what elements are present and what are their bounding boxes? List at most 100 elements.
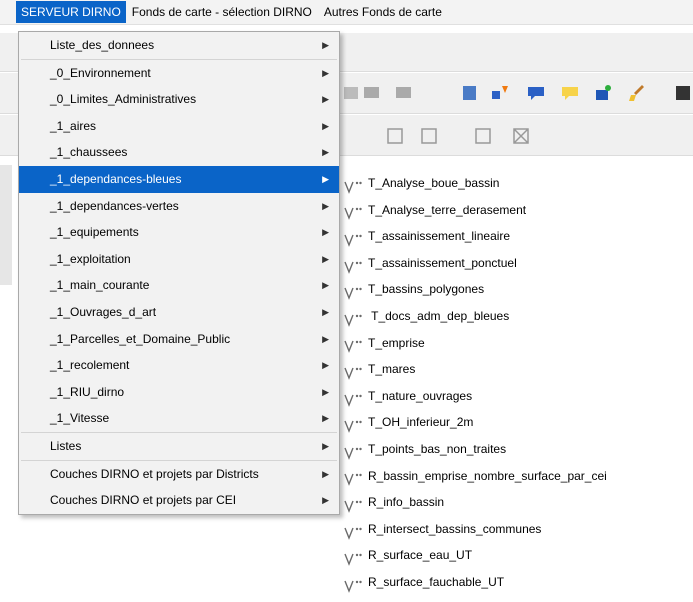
vector-layer-icon — [344, 336, 364, 354]
vector-layer-icon — [344, 390, 364, 407]
vector-layer-icon — [344, 416, 364, 434]
abc-label-icon[interactable] — [362, 83, 382, 103]
vector-layer-icon — [344, 257, 364, 274]
submenu-layer-item[interactable]: R_bassin_emprise_nombre_surface_par_cei — [338, 463, 693, 490]
vector-layer-icon — [344, 576, 364, 593]
menu-item-dependances-bleues[interactable]: _1_dependances-bleues ▶ — [19, 165, 339, 193]
chevron-right-icon: ▶ — [322, 306, 329, 317]
menu-bar: SERVEUR DIRNO Fonds de carte - sélection… — [0, 0, 693, 25]
draw-tool-icon[interactable] — [386, 127, 406, 147]
vector-layer-icon — [344, 443, 364, 460]
chevron-right-icon: ▶ — [322, 280, 329, 291]
submenu-layer-label: R_surface_eau_UT — [368, 548, 473, 563]
submenu-layer-item[interactable]: T_emprise — [338, 330, 693, 357]
menu-item-dependances-vertes[interactable]: _1_dependances-vertes ▶ — [19, 193, 339, 220]
submenu-layer-item[interactable]: T_assainissement_lineaire — [338, 223, 693, 250]
submenu-layer-item[interactable]: T_docs_adm_dep_bleues — [338, 303, 693, 330]
vector-layer-icon — [344, 203, 364, 221]
abc-label-2-icon[interactable] — [394, 83, 414, 103]
edit-icon[interactable] — [342, 83, 362, 103]
submenu-layer-item[interactable]: T_points_bas_non_traites — [338, 436, 693, 463]
chevron-right-icon: ▶ — [322, 173, 329, 184]
menu-item-environnement[interactable]: _0_Environnement ▶ — [19, 60, 339, 87]
submenu-layer-item[interactable]: T_mares — [338, 356, 693, 383]
download-icon[interactable] — [490, 83, 510, 103]
dependances-bleues-submenu: T_Analyse_boue_bassin T_Analyse_terre_der… — [338, 170, 693, 596]
split-tool-icon[interactable] — [512, 127, 532, 147]
submenu-layer-item[interactable]: T_nature_ouvrages — [338, 383, 693, 410]
menu-item-couches-par-cei[interactable]: Couches DIRNO et projets par CEI ▶ — [19, 487, 339, 514]
submenu-layer-item[interactable]: T_OH_inferieur_2m — [338, 409, 693, 436]
annotation-icon[interactable] — [560, 83, 580, 103]
chevron-right-icon: ▶ — [322, 94, 329, 105]
submenu-layer-label: T_nature_ouvrages — [368, 388, 473, 403]
menu-item-parcelles-domaine-public[interactable]: _1_Parcelles_et_Domaine_Public ▶ — [19, 326, 339, 353]
chevron-right-icon: ▶ — [322, 360, 329, 371]
submenu-layer-item[interactable]: R_surface_fauchable_UT — [338, 569, 693, 596]
menu-item-chaussees[interactable]: _1_chaussees ▶ — [19, 139, 339, 166]
menu-item-ouvrages-d-art[interactable]: _1_Ouvrages_d_art ▶ — [19, 299, 339, 326]
vector-layer-icon — [344, 549, 364, 567]
vector-layer-icon — [344, 230, 364, 247]
menu-item-limites-administratives[interactable]: _0_Limites_Administratives ▶ — [19, 86, 339, 113]
submenu-layer-item[interactable]: R_info_bassin — [338, 489, 693, 516]
identify-icon[interactable] — [460, 83, 480, 103]
chevron-right-icon: ▶ — [322, 468, 329, 479]
vector-layer-icon — [344, 310, 364, 327]
submenu-layer-item[interactable]: T_bassins_polygones — [338, 276, 693, 303]
menu-item-vitesse[interactable]: _1_Vitesse ▶ — [19, 405, 339, 432]
rs-icon[interactable] — [674, 83, 693, 103]
vector-layer-icon — [344, 283, 364, 301]
submenu-layer-item[interactable]: T_assainissement_ponctuel — [338, 250, 693, 277]
vector-layer-icon — [344, 496, 364, 513]
menu-item-equipements[interactable]: _1_equipements ▶ — [19, 219, 339, 246]
submenu-layer-label: T_Analyse_terre_derasement — [368, 202, 527, 217]
submenu-layer-label: T_OH_inferieur_2m — [368, 415, 474, 430]
submenu-layer-item[interactable]: T_Analyse_terre_derasement — [338, 197, 693, 224]
submenu-layer-item[interactable]: R_intersect_bassins_communes — [338, 516, 693, 543]
menu-item-exploitation[interactable]: _1_exploitation ▶ — [19, 246, 339, 273]
chevron-right-icon: ▶ — [322, 67, 329, 78]
vector-layer-icon — [344, 177, 364, 194]
vector-layer-icon — [344, 363, 364, 380]
merge-tool-icon[interactable] — [474, 127, 494, 147]
submenu-layer-item[interactable]: T_Analyse_boue_bassin — [338, 170, 693, 197]
chevron-right-icon: ▶ — [322, 40, 329, 50]
submenu-layer-label: R_bassin_emprise_nombre_surface_par_cei — [368, 468, 607, 483]
vector-layer-icon — [344, 523, 364, 540]
broom-icon[interactable] — [628, 83, 648, 103]
submenu-layer-label: T_mares — [368, 362, 416, 377]
submenu-layer-label: T_assainissement_ponctuel — [368, 255, 517, 270]
chevron-right-icon: ▶ — [322, 440, 329, 451]
menu-item-listes[interactable]: Listes ▶ — [19, 433, 339, 460]
submenu-layer-label: R_info_bassin — [368, 495, 445, 510]
submenu-layer-label: T_assainissement_lineaire — [368, 229, 511, 244]
menu-fonds-de-carte[interactable]: Fonds de carte - sélection DIRNO — [126, 1, 318, 23]
submenu-layer-label: R_intersect_bassins_communes — [368, 521, 542, 536]
select-tool-icon[interactable] — [420, 127, 440, 147]
serveur-dirno-menu: Liste_des_donnees ▶ _0_Environnement ▶ _0_… — [18, 31, 340, 515]
chevron-right-icon: ▶ — [322, 200, 329, 211]
submenu-layer-label: T_Analyse_boue_bassin — [368, 176, 500, 190]
add-feature-icon[interactable] — [593, 83, 613, 103]
menu-item-liste-des-donnees[interactable]: Liste_des_donnees ▶ — [19, 32, 339, 59]
comment-icon[interactable] — [526, 83, 546, 103]
chevron-right-icon: ▶ — [322, 227, 329, 238]
submenu-layer-item[interactable]: R_surface_eau_UT — [338, 542, 693, 569]
submenu-layer-label: T_emprise — [368, 335, 425, 350]
menu-item-main-courante[interactable]: _1_main_courante ▶ — [19, 272, 339, 299]
left-panel-edge — [0, 165, 12, 285]
submenu-layer-label: T_docs_adm_dep_bleues — [368, 308, 510, 323]
menu-autres-fonds[interactable]: Autres Fonds de carte — [318, 1, 448, 23]
menu-item-riu-dirno[interactable]: _1_RIU_dirno ▶ — [19, 379, 339, 406]
chevron-right-icon: ▶ — [322, 120, 329, 131]
menu-item-recolement[interactable]: _1_recolement ▶ — [19, 352, 339, 379]
submenu-layer-label: T_bassins_polygones — [368, 282, 485, 297]
menu-item-aires[interactable]: _1_aires ▶ — [19, 113, 339, 140]
chevron-right-icon: ▶ — [322, 495, 329, 506]
menu-serveur-dirno[interactable]: SERVEUR DIRNO — [16, 1, 126, 23]
chevron-right-icon: ▶ — [322, 386, 329, 397]
chevron-right-icon: ▶ — [322, 413, 329, 424]
menu-item-couches-par-districts[interactable]: Couches DIRNO et projets par Districts ▶ — [19, 461, 339, 488]
submenu-layer-label: T_points_bas_non_traites — [368, 441, 507, 456]
